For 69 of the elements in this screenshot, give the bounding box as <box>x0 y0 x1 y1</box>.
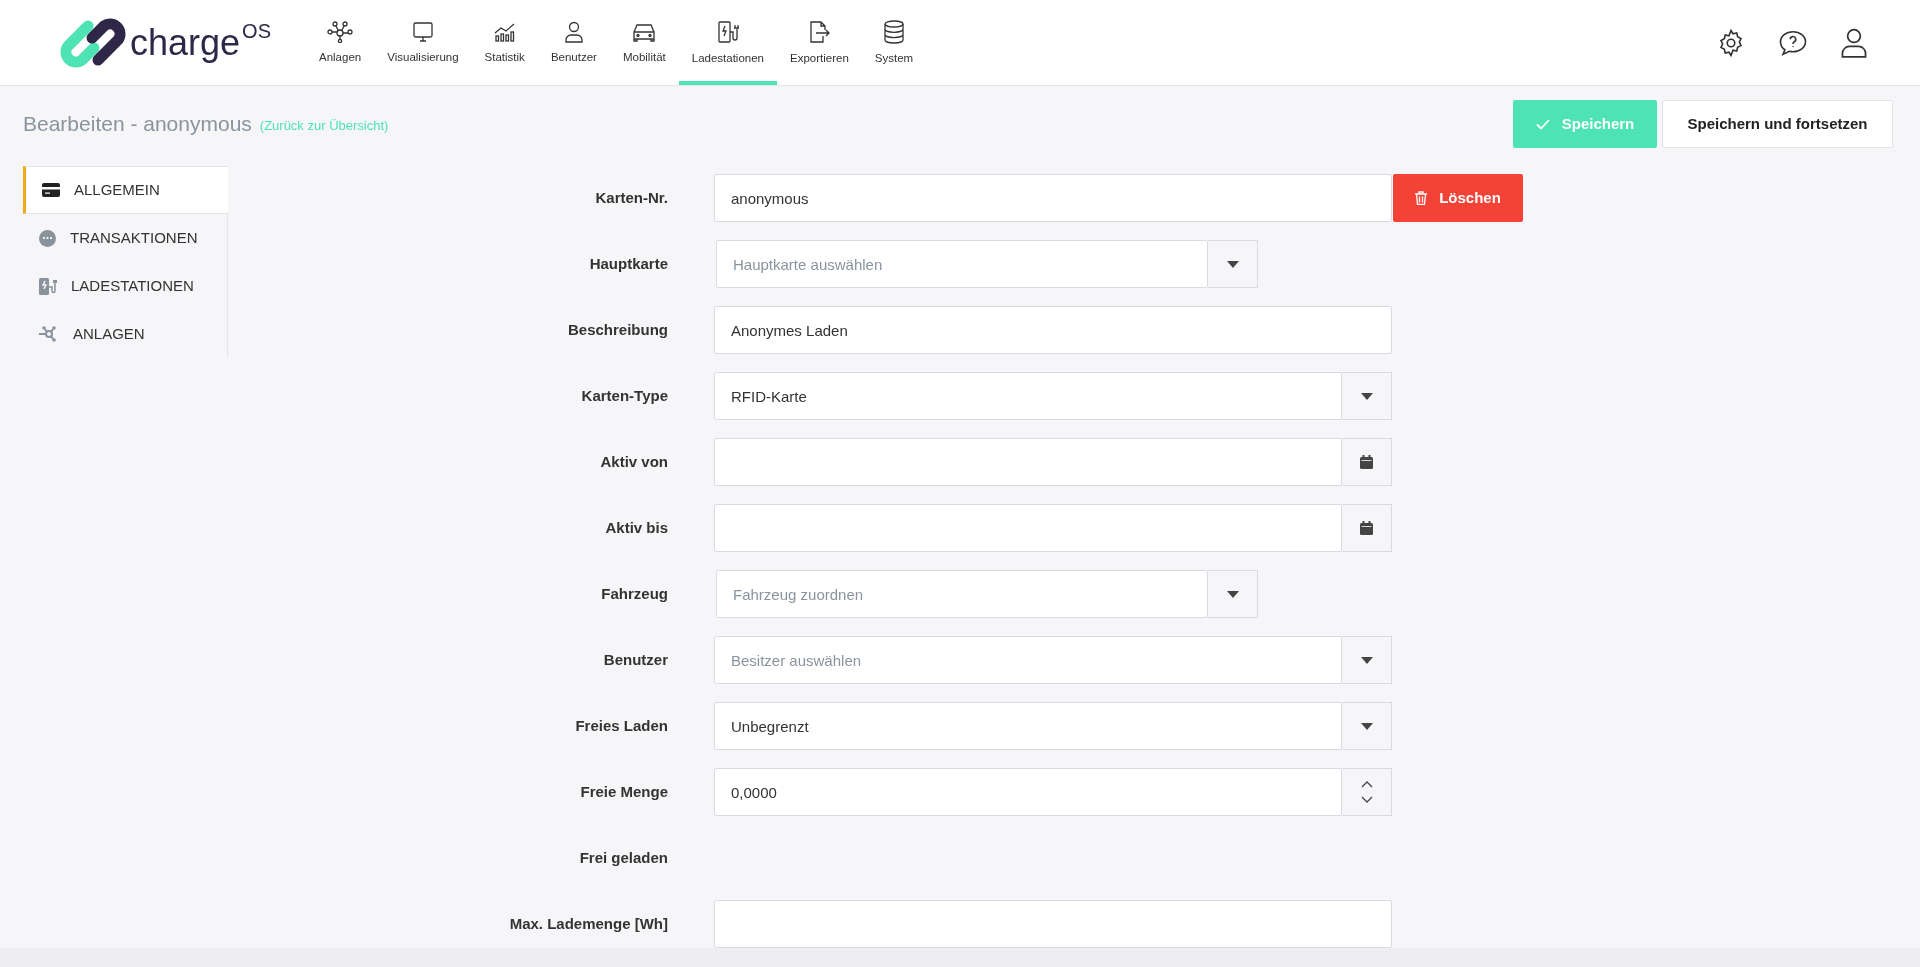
help-icon[interactable] <box>1778 28 1808 57</box>
nav-tab[interactable]: Exportieren <box>777 0 862 85</box>
sidebar-tab[interactable]: TRANSAKTIONEN <box>23 214 227 262</box>
sidebar-tab[interactable]: ALLGEMEIN <box>23 166 228 214</box>
caret-down-icon <box>1226 260 1239 268</box>
trash-icon <box>1415 191 1428 205</box>
nav-tab[interactable]: Visualisierung <box>374 0 472 85</box>
network-icon <box>39 326 59 342</box>
dropdown-toggle[interactable] <box>1342 636 1392 684</box>
date-field[interactable] <box>714 504 1342 552</box>
save-and-continue-button[interactable]: Speichern und fortsetzen <box>1662 100 1893 148</box>
charging-station-icon <box>39 277 57 295</box>
text-field[interactable]: Anonymes Laden <box>714 306 1392 354</box>
field-label: Freies Laden <box>574 715 668 736</box>
delete-button[interactable]: Löschen <box>1393 174 1523 222</box>
database-icon <box>883 19 905 44</box>
dropdown-field[interactable]: Unbegrenzt <box>714 702 1342 750</box>
text-field[interactable] <box>714 900 1392 948</box>
calendar-icon <box>1360 521 1373 535</box>
logo-icon <box>60 17 126 68</box>
dropdown-field[interactable]: Hauptkarte auswählen <box>716 240 1208 288</box>
dropdown-toggle[interactable] <box>1208 570 1258 618</box>
field-label: Benutzer <box>602 649 668 670</box>
nav-tab[interactable]: Mobilität <box>609 0 679 85</box>
field-label: Max. Lademenge [Wh] <box>508 913 668 934</box>
charging-station-icon <box>715 19 740 44</box>
sidebar-tab[interactable]: LADESTATIONEN <box>23 262 227 310</box>
field-label: Aktiv bis <box>604 517 668 538</box>
chat-bubble-icon <box>39 229 56 247</box>
dropdown-toggle[interactable] <box>1342 702 1392 750</box>
nav-tab[interactable]: System <box>861 0 927 85</box>
dropdown-toggle[interactable] <box>1342 372 1392 420</box>
monitor-icon <box>411 20 434 43</box>
number-field[interactable]: 0,0000 <box>714 768 1342 816</box>
nav-tab[interactable]: Ladestationen <box>678 0 777 85</box>
increment-icon[interactable] <box>1360 781 1373 788</box>
nav-tab[interactable]: Statistik <box>471 0 538 85</box>
decrement-icon[interactable] <box>1360 796 1373 803</box>
field-label: Hauptkarte <box>588 253 668 274</box>
dropdown-field[interactable]: Besitzer auswählen <box>714 636 1342 684</box>
calendar-icon <box>1360 455 1373 469</box>
nav-tab[interactable]: Benutzer <box>537 0 610 85</box>
credit-card-icon <box>42 183 60 197</box>
field-label: Aktiv von <box>599 451 668 472</box>
dropdown-field[interactable]: Fahrzeug zuordnen <box>716 570 1208 618</box>
calendar-button[interactable] <box>1342 438 1392 486</box>
field-label: Beschreibung <box>566 319 668 340</box>
field-label: Frei geladen <box>578 847 668 868</box>
page-title: Bearbeiten - anonymous <box>23 111 252 138</box>
checkmark-icon <box>1535 118 1550 130</box>
nav-tab[interactable]: Anlagen <box>306 0 375 85</box>
text-field[interactable]: anonymous <box>714 174 1392 222</box>
caret-down-icon <box>1360 722 1373 730</box>
caret-down-icon <box>1226 590 1239 598</box>
dropdown-toggle[interactable] <box>1208 240 1258 288</box>
network-icon <box>327 20 354 43</box>
caret-down-icon <box>1360 656 1373 664</box>
calendar-button[interactable] <box>1342 504 1392 552</box>
export-icon <box>807 19 832 44</box>
caret-down-icon <box>1360 392 1373 400</box>
user-icon <box>563 20 584 43</box>
field-label: Karten-Nr. <box>594 187 668 208</box>
dropdown-field[interactable]: RFID-Karte <box>714 372 1342 420</box>
user-icon[interactable] <box>1840 27 1868 58</box>
field-label: Fahrzeug <box>600 583 668 604</box>
sidebar-tab[interactable]: ANLAGEN <box>23 310 227 358</box>
field-label: Freie Menge <box>579 781 668 802</box>
field-label: Karten-Type <box>580 385 668 406</box>
date-field[interactable] <box>714 438 1342 486</box>
